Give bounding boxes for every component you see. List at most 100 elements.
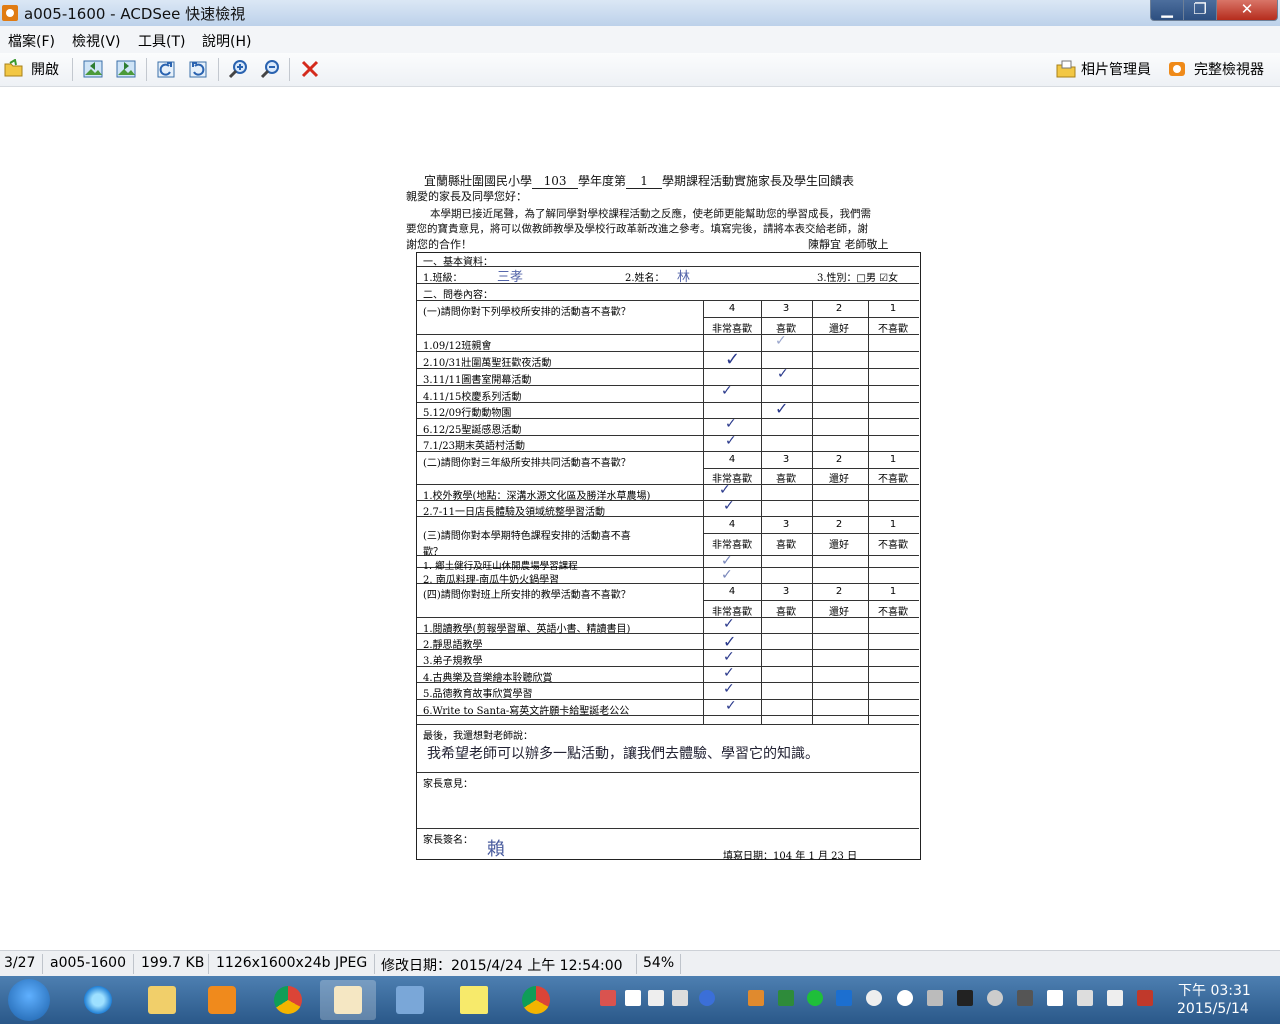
doc-signoff: 陳靜宜 老師敬上 [808, 238, 889, 251]
checkmark: ✓ [723, 665, 735, 681]
zoom-in-icon[interactable] [228, 59, 248, 79]
help-icon[interactable] [699, 990, 715, 1006]
maximize-button[interactable]: ❐ [1183, 0, 1217, 21]
q1-item: 1.09/12班親會 [423, 341, 492, 352]
doc-intro-3: 謝您的合作！ [406, 238, 472, 251]
taskbar-acdsee[interactable] [320, 980, 376, 1020]
section-questionnaire: 二、問卷內容： [423, 290, 493, 301]
checkmark: ✓ [719, 482, 731, 498]
volume-icon[interactable] [1107, 990, 1123, 1006]
menu-tools[interactable]: 工具(T) [138, 31, 185, 51]
taskbar-chrome-2[interactable] [508, 980, 564, 1020]
checkmark: ✓ [721, 383, 733, 399]
close-button[interactable]: ✕ [1216, 0, 1278, 21]
taskbar-explorer[interactable] [134, 980, 190, 1020]
tray-icon[interactable] [897, 990, 913, 1006]
photo-manager-button[interactable]: 相片管理員 [1081, 59, 1151, 79]
clock-date[interactable]: 2015/5/14 [1177, 1001, 1249, 1017]
open-folder-icon[interactable] [4, 59, 24, 79]
parent-signature-label: 家長簽名： [423, 835, 473, 846]
sticky-note-icon [460, 986, 488, 1014]
name-label: 2.姓名： [625, 273, 665, 284]
photo-manager-icon[interactable] [1056, 59, 1076, 79]
parent-opinion-label: 家長意見： [423, 779, 473, 790]
pen-icon [396, 986, 424, 1014]
delete-icon[interactable] [300, 59, 320, 79]
next-image-icon[interactable] [116, 59, 136, 79]
image-viewer[interactable]: 宜蘭縣壯圍國民小學 103 學年度第 1 學期課程活動實施家長及學生回饋表 親愛的家長及… [0, 87, 1280, 950]
menu-view[interactable]: 檢視(V) [72, 31, 121, 51]
checkmark: ✓ [725, 698, 737, 714]
tray-icon[interactable] [625, 990, 641, 1006]
clock-time[interactable]: 下午 03:31 [1178, 980, 1251, 1000]
checkmark: ✓ [723, 649, 735, 665]
menu-help[interactable]: 說明(H) [202, 31, 251, 51]
tray-icon[interactable] [748, 990, 764, 1006]
acdsee-app-icon[interactable] [2, 5, 18, 21]
previous-image-icon[interactable] [83, 59, 103, 79]
tray-icon[interactable] [836, 990, 852, 1006]
tray-icon[interactable] [778, 990, 794, 1006]
status-zoom: 54% [643, 955, 675, 971]
tray-icon[interactable] [957, 990, 973, 1006]
section-basic-info: 一、基本資料： [423, 257, 493, 268]
line-icon[interactable] [807, 990, 823, 1006]
acdsee-icon [334, 986, 362, 1014]
zoom-out-icon[interactable] [260, 59, 280, 79]
checkmark: ✓ [723, 681, 735, 697]
location-icon[interactable] [866, 990, 882, 1006]
taskbar-paint[interactable] [382, 980, 438, 1020]
toolbar-separator [289, 58, 290, 81]
chrome-icon [274, 986, 302, 1014]
minimize-button[interactable]: ▁ [1150, 0, 1184, 21]
q1-item: 5.12/09行動動物園 [423, 408, 512, 419]
gender-field: 3.性別：□男 ☑女 [817, 273, 899, 284]
toolbar: 開啟 相片管理員 完整檢視器 [0, 53, 1280, 87]
q1-item: 7.1/23期末英語村活動 [423, 441, 525, 452]
toolbar-separator [72, 58, 73, 81]
checkmark: ✓ [777, 366, 789, 382]
status-filesize: 199.7 KB [141, 955, 205, 971]
q3-item: 1. 鄉土健行及旺山休閒農場學習課程 [423, 561, 578, 572]
q3-heading: (三)請問你對本學期特色課程安排的活動喜不喜 [423, 531, 631, 542]
windows-taskbar: 下午 03:31 2015/5/14 [0, 976, 1280, 1024]
checkmark: ✓ [725, 416, 737, 432]
media-player-icon [208, 986, 236, 1014]
full-viewer-button[interactable]: 完整檢視器 [1194, 59, 1264, 79]
checkmark: ✓ [775, 333, 787, 349]
tray-icon[interactable] [1017, 990, 1033, 1006]
status-dimensions: 1126x1600x24b JPEG [216, 955, 368, 971]
taskbar-chrome[interactable] [260, 980, 316, 1020]
rotate-left-icon[interactable] [156, 59, 176, 79]
rotate-right-icon[interactable] [188, 59, 208, 79]
q3-heading-cont: 歡？ [423, 547, 443, 558]
name-value: 林 [677, 270, 691, 285]
parent-signature: 賴 [487, 839, 505, 860]
doc-greeting: 親愛的家長及同學您好： [406, 190, 527, 203]
taskbar-ie[interactable] [70, 980, 126, 1020]
checkmark: ✓ [723, 498, 735, 514]
menu-file[interactable]: 檔案(F) [8, 31, 55, 51]
q4-item: 5.品德教育故事欣賞學習 [423, 689, 533, 700]
full-viewer-icon[interactable] [1167, 59, 1187, 79]
menu-bar: 檔案(F) 檢視(V) 工具(T) 說明(H) [0, 26, 1280, 54]
start-button[interactable] [8, 979, 50, 1021]
q4-item: 6.Write to Santa-寫英文許願卡給聖誕老公公 [423, 706, 630, 717]
network-icon[interactable] [1077, 990, 1093, 1006]
tray-icon[interactable] [987, 990, 1003, 1006]
q1-item: 2.10/31壯圍萬聖狂歡夜活動 [423, 358, 552, 369]
tray-icon[interactable] [1137, 990, 1153, 1006]
flag-icon[interactable] [1047, 990, 1063, 1006]
checkmark: ✓ [723, 616, 735, 632]
tray-icon[interactable] [648, 990, 664, 1006]
status-index: 3/27 [4, 955, 36, 971]
open-button[interactable]: 開啟 [31, 59, 59, 79]
tray-icon[interactable] [927, 990, 943, 1006]
q1-item: 3.11/11圖書室開幕活動 [423, 375, 532, 386]
taskbar-media[interactable] [194, 980, 250, 1020]
fill-date: 填寫日期：104 年 1 月 23 日 [723, 851, 858, 862]
tray-icon[interactable] [600, 990, 616, 1006]
q4-item: 4.古典樂及音樂繪本聆聽欣賞 [423, 673, 553, 684]
tray-icon[interactable] [672, 990, 688, 1006]
taskbar-sticky-notes[interactable] [446, 980, 502, 1020]
